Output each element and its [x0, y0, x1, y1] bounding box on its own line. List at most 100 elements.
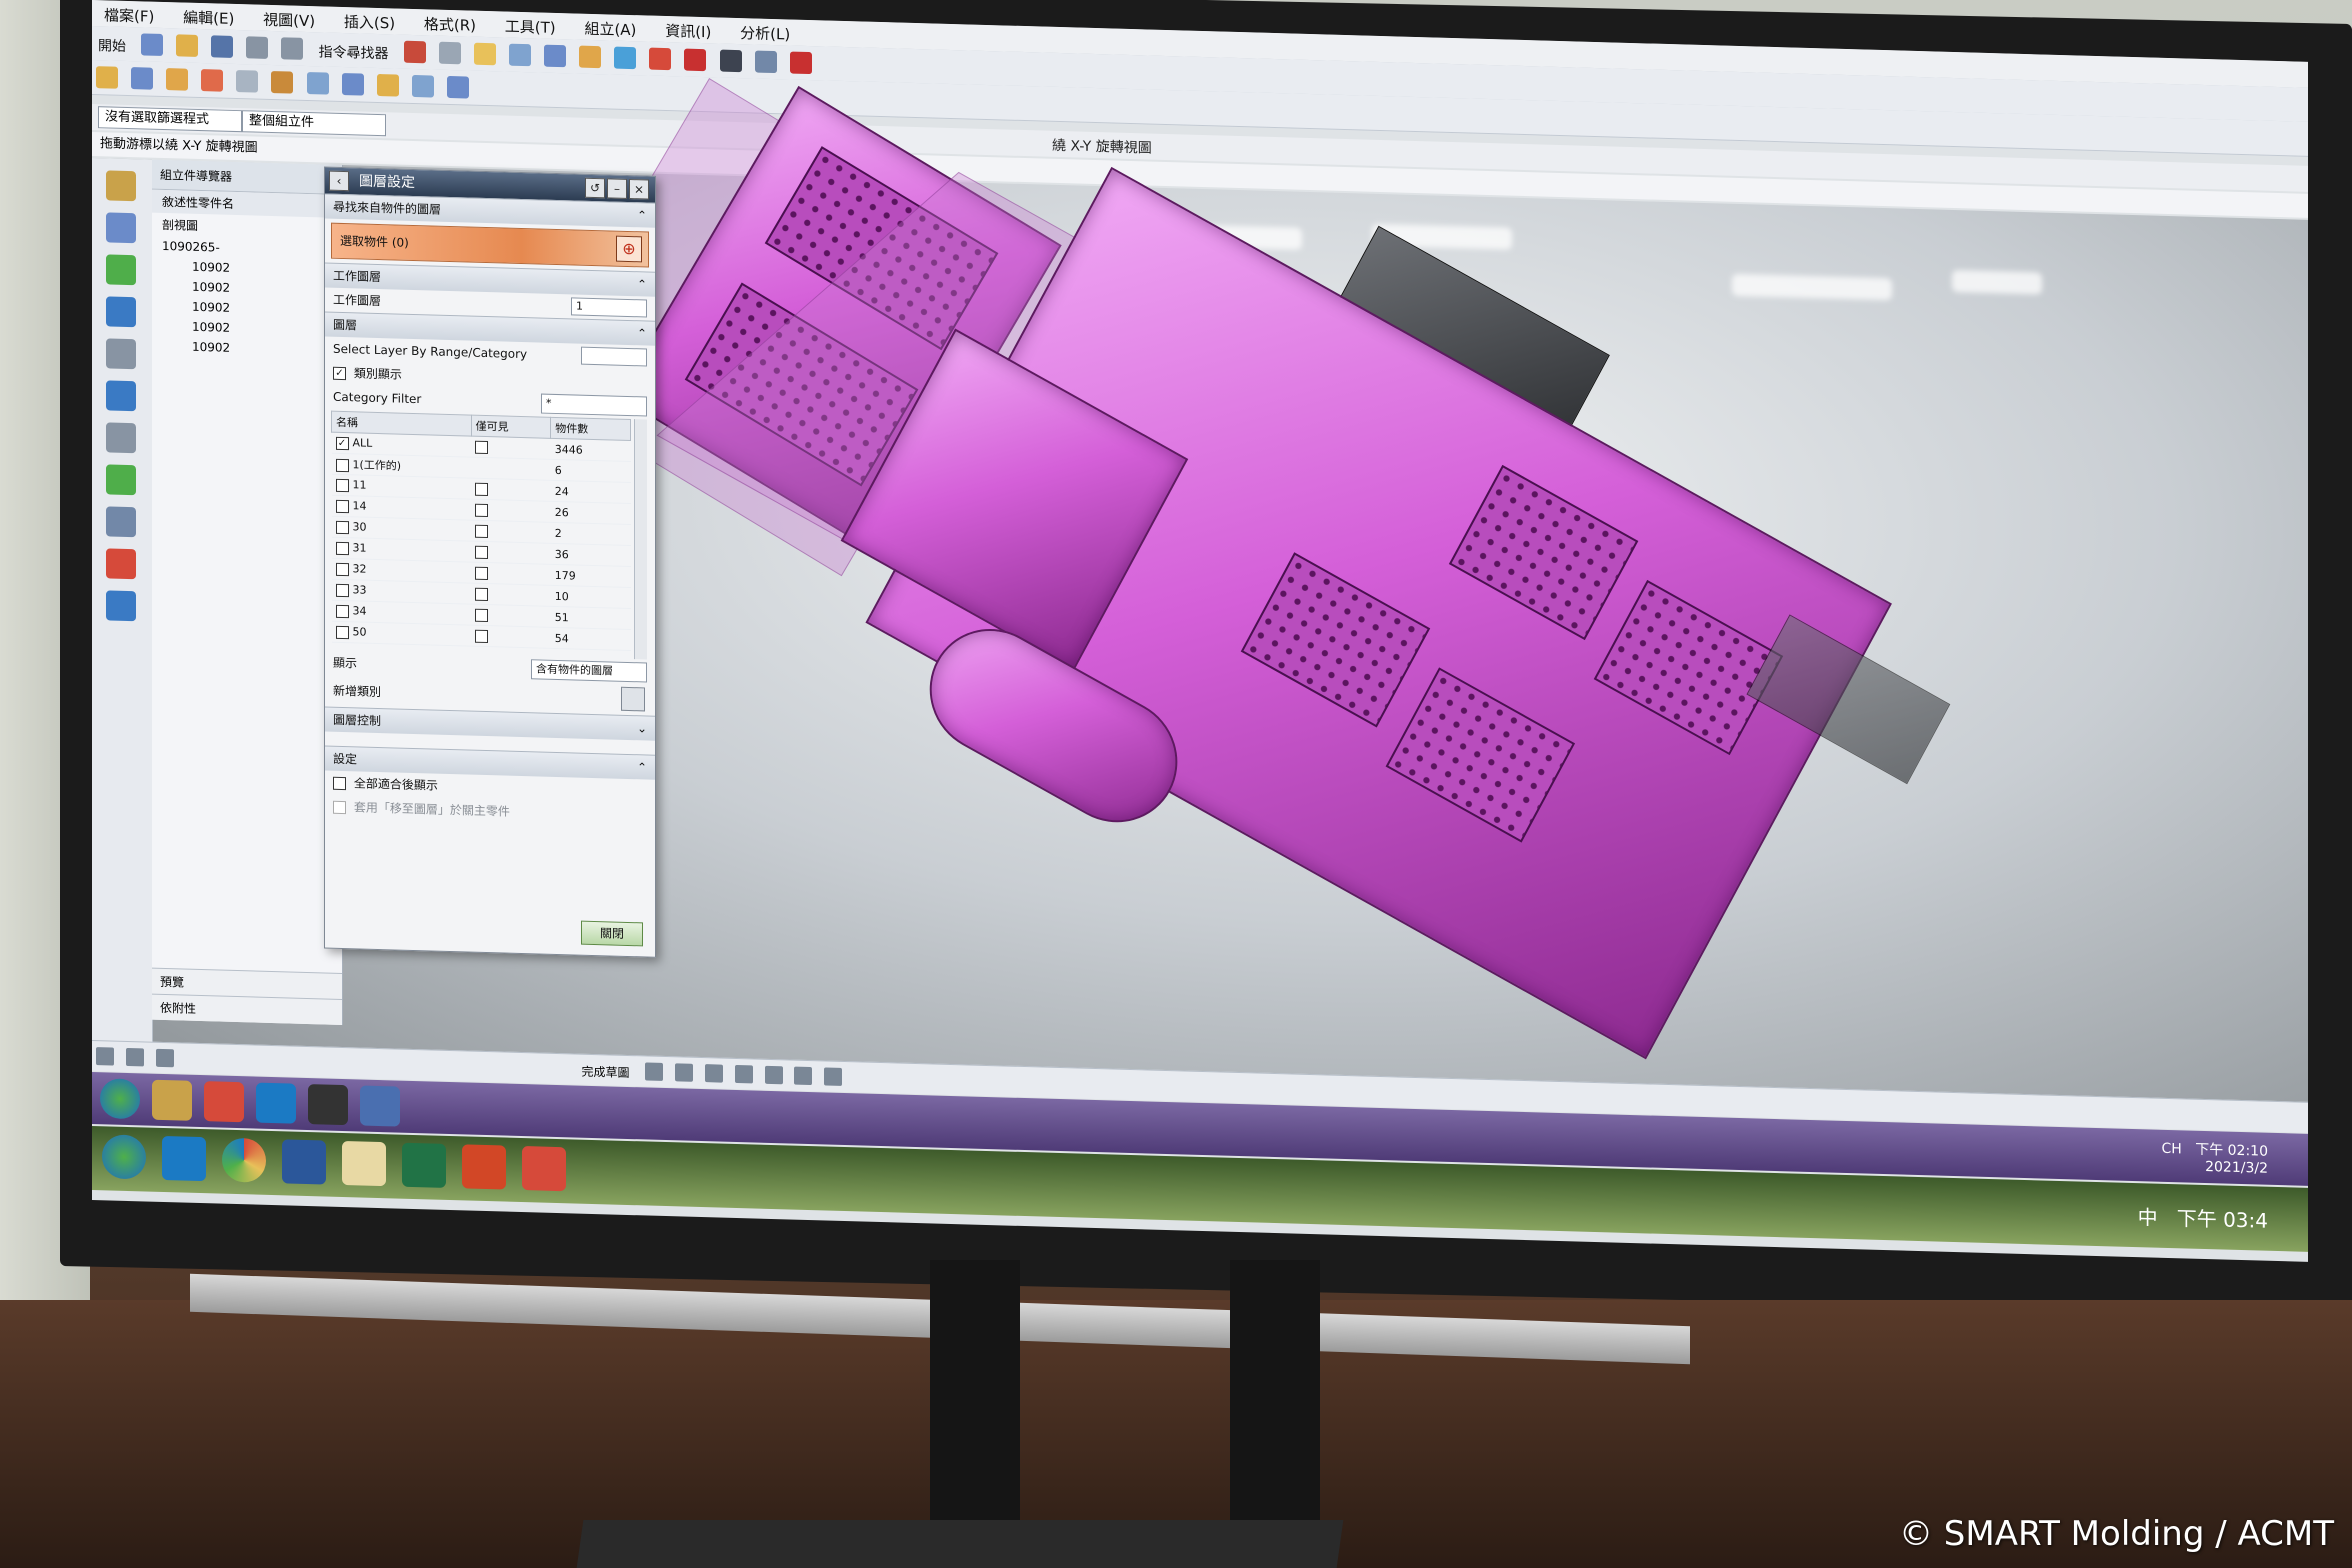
circle-icon[interactable]: [734, 1064, 753, 1084]
redo-icon[interactable]: [281, 37, 304, 60]
start-orb-icon[interactable]: [100, 1078, 140, 1120]
roles-icon[interactable]: [106, 506, 136, 538]
layer-checkbox[interactable]: [335, 562, 349, 576]
visible-only-checkbox[interactable]: [475, 608, 489, 622]
constraint-navigator-icon[interactable]: [106, 212, 136, 244]
close-button[interactable]: 關閉: [581, 920, 643, 947]
layer-checkbox[interactable]: [335, 520, 349, 534]
selection-filter-dropdown[interactable]: 沒有選取篩選程式: [98, 106, 242, 133]
finish-sketch-button[interactable]: 完成草圖: [581, 1063, 629, 1081]
notes-icon[interactable]: [342, 1140, 386, 1187]
visible-only-checkbox[interactable]: [475, 440, 489, 454]
column-header-object-count[interactable]: 物件數: [550, 417, 631, 441]
orient-icon[interactable]: [544, 44, 567, 68]
visible-only-checkbox[interactable]: [475, 503, 489, 517]
constraint-icon[interactable]: [125, 1047, 144, 1067]
shell-icon[interactable]: [341, 72, 364, 96]
show-dropdown[interactable]: 含有物件的圖層: [531, 659, 647, 683]
sphere-icon[interactable]: [649, 47, 672, 71]
scope-dropdown[interactable]: 整個組立件: [242, 110, 386, 137]
layer-checkbox[interactable]: [335, 604, 349, 618]
visible-only-checkbox[interactable]: [475, 587, 489, 601]
select-object-button[interactable]: 選取物件 (0) ⊕: [331, 222, 649, 268]
part-navigator-icon[interactable]: [106, 254, 136, 286]
hole-icon[interactable]: [201, 69, 224, 92]
nx-app-icon[interactable]: [360, 1085, 400, 1127]
extrude-icon[interactable]: [96, 66, 118, 89]
chevron-up-icon[interactable]: ⌃: [637, 203, 647, 227]
boolean-icon[interactable]: [236, 70, 259, 93]
line-icon[interactable]: [675, 1063, 694, 1082]
outer-clock-time[interactable]: 下午 03:4: [2177, 1206, 2268, 1233]
layer-checkbox[interactable]: [335, 458, 349, 472]
layer-checkbox[interactable]: ✓: [335, 436, 349, 450]
view-icon[interactable]: [438, 41, 461, 65]
word-icon[interactable]: [282, 1139, 326, 1185]
layer-checkbox[interactable]: [335, 499, 349, 513]
rectangle-icon[interactable]: [764, 1065, 783, 1085]
visible-only-checkbox[interactable]: [475, 524, 489, 538]
chevron-up-icon[interactable]: ⌃: [637, 321, 647, 345]
clock-date[interactable]: 2021/3/2: [2205, 1159, 2268, 1177]
layer-checkbox[interactable]: [335, 583, 349, 597]
visible-only-cell[interactable]: [471, 478, 551, 502]
select-by-range-input[interactable]: [581, 346, 647, 367]
visible-only-cell[interactable]: [471, 604, 551, 628]
web-browser-icon[interactable]: [106, 338, 136, 370]
history-icon[interactable]: [106, 380, 136, 412]
layer-checkbox[interactable]: [335, 625, 349, 639]
category-display-checkbox[interactable]: ✓: [333, 366, 346, 381]
trim-icon[interactable]: [824, 1067, 843, 1086]
outer-ime-indicator[interactable]: 中: [2138, 1205, 2158, 1230]
blend-icon[interactable]: [271, 71, 294, 94]
pattern-icon[interactable]: [376, 73, 399, 97]
media-player-icon[interactable]: [522, 1146, 566, 1192]
fit-icon[interactable]: [579, 45, 602, 69]
work-layer-input[interactable]: 1: [571, 297, 647, 318]
chevron-up-icon[interactable]: ⌃: [637, 272, 647, 296]
stop-icon[interactable]: [684, 48, 707, 72]
undo-icon[interactable]: [246, 36, 269, 59]
visible-only-cell[interactable]: [471, 562, 551, 586]
new-icon[interactable]: [141, 33, 164, 56]
rotate-icon[interactable]: [614, 46, 637, 70]
reuse-library-icon[interactable]: [106, 296, 136, 328]
dimension-icon[interactable]: [155, 1048, 174, 1068]
visible-only-checkbox[interactable]: [475, 545, 489, 559]
add-category-icon[interactable]: [621, 686, 645, 712]
arc-icon[interactable]: [704, 1064, 723, 1083]
chevron-down-icon[interactable]: ⌄: [637, 716, 647, 740]
layer-checkbox[interactable]: [335, 541, 349, 555]
clock-time[interactable]: 下午 02:10: [2195, 1142, 2268, 1160]
block-icon[interactable]: [166, 68, 189, 91]
category-filter-dropdown[interactable]: *: [541, 393, 647, 417]
visible-only-cell[interactable]: [471, 436, 551, 460]
open-icon[interactable]: [176, 34, 199, 57]
no-entry-icon[interactable]: [789, 51, 812, 75]
collapse-icon[interactable]: ‹: [329, 170, 349, 192]
system-materials-icon[interactable]: [106, 422, 136, 454]
visible-only-cell[interactable]: [471, 541, 551, 565]
visible-only-checkbox[interactable]: [475, 629, 489, 643]
chevron-up-icon[interactable]: ⌃: [637, 755, 647, 779]
start-orb-icon[interactable]: [102, 1134, 146, 1180]
visible-only-checkbox[interactable]: [475, 482, 489, 496]
section-icon[interactable]: [508, 43, 531, 67]
reset-icon[interactable]: ↺: [585, 177, 605, 199]
ecu-housing-assembly[interactable]: [656, 112, 1960, 1136]
assembly-icon[interactable]: [446, 75, 469, 99]
process-studio-icon[interactable]: [106, 464, 136, 496]
save-icon[interactable]: [211, 35, 234, 58]
media-player-icon[interactable]: [204, 1081, 244, 1123]
system-scenes-icon[interactable]: [106, 548, 136, 580]
chamfer-icon[interactable]: [306, 71, 329, 95]
crosshair-icon[interactable]: ⊕: [616, 235, 642, 263]
column-header-visible-only[interactable]: 僅可見: [471, 415, 551, 439]
dependencies-panel-toggle[interactable]: 依附性: [152, 993, 342, 1025]
start-label[interactable]: 開始: [92, 35, 132, 56]
chrome-icon[interactable]: [222, 1137, 266, 1183]
file-explorer-icon[interactable]: [152, 1079, 192, 1121]
command-finder-button[interactable]: 指令尋找器: [313, 41, 395, 63]
obs-icon[interactable]: [308, 1084, 348, 1126]
layer-table-scrollbar[interactable]: [634, 419, 647, 660]
